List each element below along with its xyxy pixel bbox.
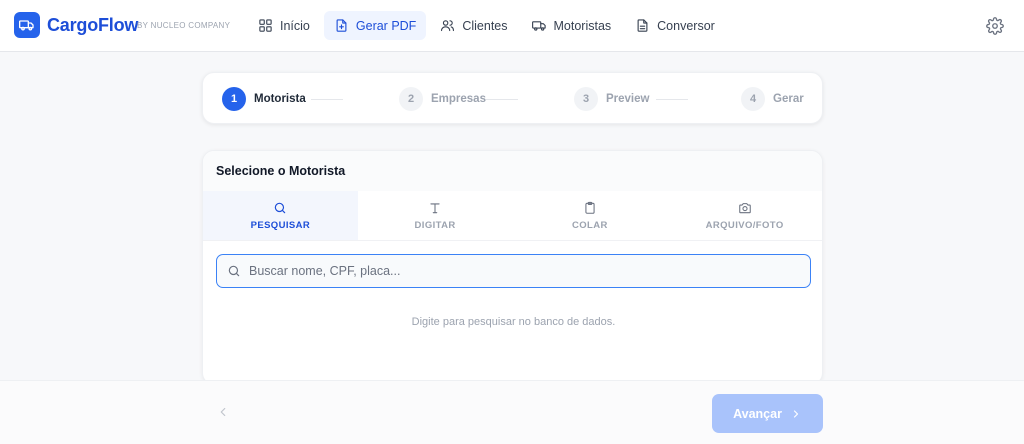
step-label: Empresas	[431, 93, 486, 105]
nav-item-inicio[interactable]: Início	[248, 11, 320, 40]
main-nav: Início Gerar PDF Clientes Motoristas Con…	[248, 11, 725, 40]
step-gerar[interactable]: 4 Gerar	[741, 87, 804, 111]
step-connector	[656, 99, 688, 100]
grid-icon	[259, 19, 272, 32]
step-connector	[311, 99, 343, 100]
step-number: 1	[222, 87, 246, 111]
nav-item-clientes[interactable]: Clientes	[430, 11, 517, 40]
brand-subtitle: BY NUCLEO COMPANY	[137, 21, 231, 30]
nav-item-motoristas[interactable]: Motoristas	[522, 11, 622, 40]
step-label: Gerar	[773, 93, 804, 105]
empty-search-hint: Digite para pesquisar no banco de dados.	[411, 316, 616, 328]
step-connector	[486, 99, 518, 100]
tab-label: COLAR	[571, 219, 608, 231]
tab-colar[interactable]: COLAR	[513, 191, 668, 240]
nav-item-label: Início	[280, 18, 310, 33]
brand-name: CargoFlow	[47, 15, 139, 35]
nav-item-label: Motoristas	[553, 18, 612, 33]
tab-label: DIGITAR	[414, 219, 456, 231]
wizard-footer: Avançar	[0, 380, 1024, 444]
step-preview[interactable]: 3 Preview	[574, 87, 649, 111]
card-title: Selecione o Motorista	[203, 151, 822, 191]
tab-arquivo-foto[interactable]: ARQUIVO/FOTO	[667, 191, 822, 240]
chevron-left-icon[interactable]	[216, 405, 230, 419]
tab-pesquisar[interactable]: PESQUISAR	[203, 191, 358, 240]
driver-select-card: Selecione o Motorista PESQUISAR DIGITAR …	[202, 150, 823, 385]
nav-item-conversor[interactable]: Conversor	[625, 11, 725, 40]
text-icon	[430, 202, 440, 213]
top-navbar: CargoFlow BY NUCLEO COMPANY Início Gerar…	[0, 0, 1024, 52]
next-button[interactable]: Avançar	[712, 394, 823, 433]
next-button-label: Avançar	[733, 406, 782, 421]
tab-digitar[interactable]: DIGITAR	[358, 191, 513, 240]
tab-label: PESQUISAR	[250, 219, 311, 231]
search-icon	[275, 202, 286, 213]
users-icon	[441, 20, 455, 32]
file-plus-icon	[336, 19, 347, 32]
nav-item-label: Clientes	[462, 18, 508, 33]
step-number: 3	[574, 87, 598, 111]
clipboard-icon	[585, 201, 595, 214]
step-number: 2	[399, 87, 423, 111]
chevron-right-icon	[793, 409, 799, 418]
step-empresas[interactable]: 2 Empresas	[399, 87, 486, 111]
document-icon	[637, 19, 648, 32]
camera-icon	[738, 202, 751, 213]
truck-icon	[531, 21, 546, 31]
gear-icon[interactable]	[986, 17, 1004, 35]
step-label: Motorista	[254, 93, 306, 105]
step-number: 4	[741, 87, 765, 111]
wizard-stepper: 1 Motorista 2 Empresas 3 Preview 4 Gerar	[202, 72, 823, 124]
tab-label: ARQUIVO/FOTO	[705, 219, 784, 231]
step-label: Preview	[606, 93, 650, 105]
nav-item-label: Gerar PDF	[355, 18, 417, 33]
nav-item-label: Conversor	[657, 18, 715, 33]
input-mode-tabs: PESQUISAR DIGITAR COLAR ARQUIVO/FOTO	[203, 191, 822, 241]
search-icon	[228, 265, 240, 277]
truck-logo-icon	[14, 12, 40, 38]
search-field[interactable]	[216, 254, 811, 288]
nav-item-gerar-pdf[interactable]: Gerar PDF	[323, 11, 427, 40]
step-motorista[interactable]: 1 Motorista	[222, 87, 306, 111]
search-input[interactable]	[249, 264, 789, 278]
